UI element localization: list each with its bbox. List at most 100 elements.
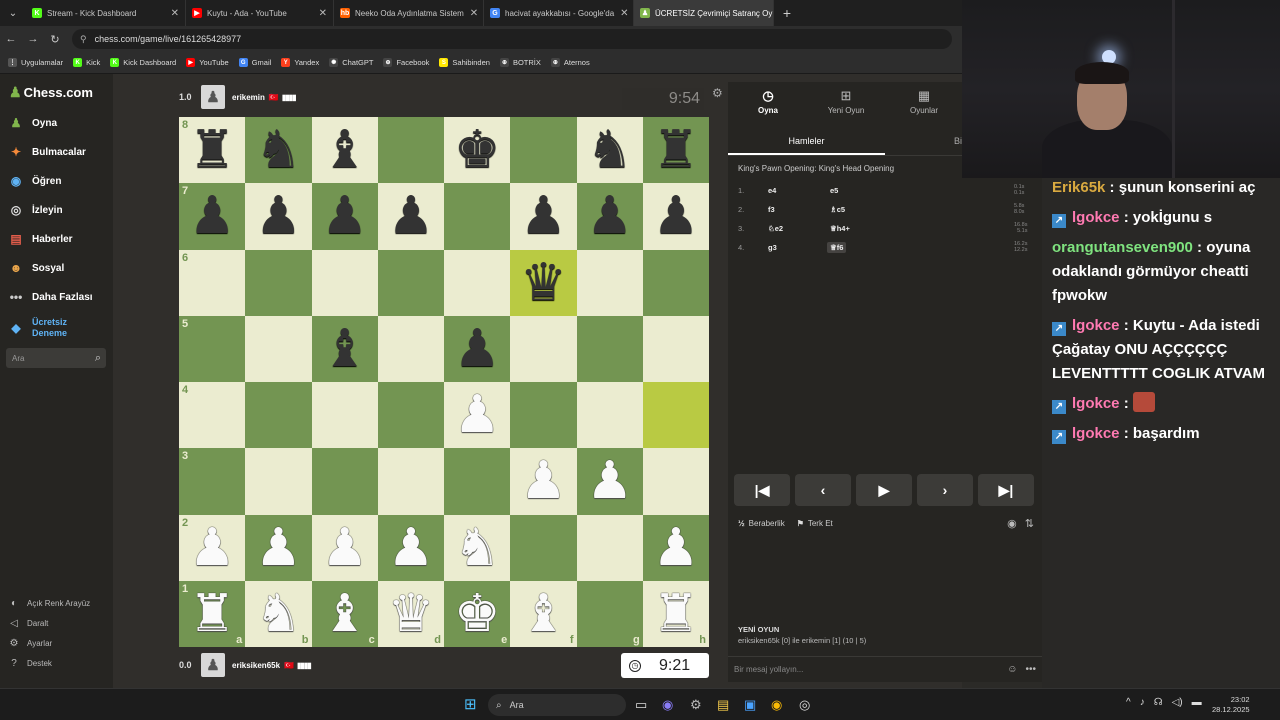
- keyboard-icon[interactable]: ▬: [1192, 697, 1202, 708]
- black-pawn-piece[interactable]: ♟: [189, 190, 236, 242]
- forward-arrow-icon[interactable]: →: [22, 33, 44, 45]
- next-move-icon[interactable]: ›: [917, 474, 973, 506]
- square-d7[interactable]: ♟: [377, 183, 444, 250]
- square-f2[interactable]: [510, 514, 577, 581]
- square-c1[interactable]: c ♝: [311, 580, 378, 647]
- chevron-up-icon[interactable]: ^: [1126, 697, 1131, 708]
- black-pawn-piece[interactable]: ♟: [520, 190, 567, 242]
- file-explorer-icon[interactable]: ▤: [717, 697, 729, 713]
- black-bishop-piece[interactable]: ♝: [321, 124, 368, 176]
- white-move[interactable]: f3: [768, 205, 775, 214]
- white-move[interactable]: ♘e2: [768, 224, 783, 233]
- square-e5[interactable]: ♟: [444, 315, 511, 382]
- square-d4[interactable]: [377, 382, 444, 449]
- system-clock[interactable]: 23:02 28.12.2025: [1212, 695, 1250, 715]
- draw-button[interactable]: ½ Beraberlik: [738, 519, 785, 528]
- sidebar-bottom-item[interactable]: ? Destek: [8, 658, 52, 669]
- chat-username[interactable]: lgokce: [1072, 425, 1120, 442]
- bookmark-4[interactable]: G Gmail: [238, 58, 271, 67]
- close-tab-icon[interactable]: ✕: [614, 8, 628, 19]
- white-pawn-piece[interactable]: ♟: [321, 522, 368, 574]
- square-c7[interactable]: ♟: [311, 183, 378, 250]
- sidebar-item-sosyal[interactable]: ☻ Sosyal: [8, 260, 65, 276]
- square-a6[interactable]: 6: [179, 249, 246, 316]
- square-b3[interactable]: [245, 448, 312, 515]
- black-king-piece[interactable]: ♚: [454, 124, 501, 176]
- white-knight-piece[interactable]: ♞: [454, 522, 501, 574]
- new-tab-plus-icon[interactable]: +: [774, 5, 800, 21]
- black-pawn-piece[interactable]: ♟: [653, 190, 700, 242]
- square-f7[interactable]: ♟: [510, 183, 577, 250]
- chat-username[interactable]: Erik65k: [1052, 179, 1105, 196]
- square-a2[interactable]: 2 ♟: [179, 514, 246, 581]
- square-e2[interactable]: ♞: [444, 514, 511, 581]
- first-move-icon[interactable]: |◀: [734, 474, 790, 506]
- browser-tab[interactable]: Ghacivat ayakkabısı - Google'da ✕: [484, 0, 634, 26]
- black-knight-piece[interactable]: ♞: [586, 124, 633, 176]
- speaker-icon[interactable]: ◁): [1172, 697, 1183, 708]
- opening-name[interactable]: King's Pawn Opening: King's Head Opening: [738, 164, 894, 173]
- square-h1[interactable]: h ♜: [642, 580, 709, 647]
- bottom-player-name[interactable]: eriksiken65k: [232, 661, 280, 670]
- chat-message-input[interactable]: Bir mesaj yollayın... ☺ •••: [728, 656, 1042, 682]
- square-b7[interactable]: ♟: [245, 183, 312, 250]
- more-options-icon[interactable]: •••: [1025, 664, 1036, 675]
- white-bishop-piece[interactable]: ♝: [520, 588, 567, 640]
- black-bishop-piece[interactable]: ♝: [321, 323, 368, 375]
- play-icon[interactable]: ▶: [856, 474, 912, 506]
- white-pawn-piece[interactable]: ♟: [454, 389, 501, 441]
- square-c5[interactable]: ♝: [311, 315, 378, 382]
- square-b4[interactable]: [245, 382, 312, 449]
- bookmark-1[interactable]: K Kick: [73, 58, 100, 67]
- square-h8[interactable]: ♜: [642, 117, 709, 184]
- white-rook-piece[interactable]: ♜: [189, 588, 236, 640]
- square-g4[interactable]: [576, 382, 643, 449]
- white-move[interactable]: e4: [768, 186, 776, 195]
- square-d8[interactable]: [377, 117, 444, 184]
- tab-info[interactable]: Bi: [954, 136, 962, 146]
- microphone-icon[interactable]: ♪: [1140, 697, 1145, 708]
- browser-tab[interactable]: K Stream - Kick Dashboard ✕: [26, 0, 186, 26]
- emoji-icon[interactable]: ☺: [1007, 664, 1017, 675]
- black-rook-piece[interactable]: ♜: [189, 124, 236, 176]
- white-queen-piece[interactable]: ♛: [388, 588, 435, 640]
- black-pawn-piece[interactable]: ♟: [255, 190, 302, 242]
- panel-tab-oyna[interactable]: ◷ Oyna: [728, 88, 808, 115]
- top-player-name[interactable]: erikemin: [232, 93, 265, 102]
- square-g3[interactable]: ♟: [576, 448, 643, 515]
- tab-search-chevron-icon[interactable]: ⌄: [0, 8, 26, 19]
- square-b6[interactable]: [245, 249, 312, 316]
- square-h2[interactable]: ♟: [642, 514, 709, 581]
- square-f4[interactable]: [510, 382, 577, 449]
- search-icon[interactable]: ⌕: [95, 352, 101, 365]
- last-move-icon[interactable]: ▶|: [978, 474, 1034, 506]
- close-tab-icon[interactable]: ✕: [464, 8, 478, 19]
- square-h5[interactable]: [642, 315, 709, 382]
- chrome-icon[interactable]: ◉: [771, 697, 782, 713]
- square-d5[interactable]: [377, 315, 444, 382]
- square-g5[interactable]: [576, 315, 643, 382]
- chat-username[interactable]: orangutanseven900: [1052, 239, 1193, 256]
- taskbar-search[interactable]: ⌕ Ara: [488, 694, 626, 716]
- reload-icon[interactable]: ↻: [44, 33, 66, 46]
- black-move[interactable]: ♕h4+: [830, 224, 850, 233]
- square-a1[interactable]: 1 a ♜: [179, 580, 246, 647]
- square-a3[interactable]: 3: [179, 448, 246, 515]
- panel-tab-yeni-oyun[interactable]: ⊞ Yeni Oyun: [806, 88, 886, 115]
- white-pawn-piece[interactable]: ♟: [520, 455, 567, 507]
- sidebar-bottom-item[interactable]: ◐ Açık Renk Arayüz: [8, 598, 90, 609]
- black-pawn-piece[interactable]: ♟: [586, 190, 633, 242]
- white-pawn-piece[interactable]: ♟: [586, 455, 633, 507]
- bookmark-8[interactable]: S Sahibinden: [439, 58, 490, 67]
- square-a8[interactable]: 8 ♜: [179, 117, 246, 184]
- square-a5[interactable]: 5: [179, 315, 246, 382]
- square-e6[interactable]: [444, 249, 511, 316]
- chesscom-logo[interactable]: ♟ Chess.com: [9, 84, 93, 101]
- black-move[interactable]: ♕f6: [827, 241, 847, 253]
- back-arrow-icon[interactable]: ←: [0, 33, 22, 45]
- square-c3[interactable]: [311, 448, 378, 515]
- black-pawn-piece[interactable]: ♟: [321, 190, 368, 242]
- square-a4[interactable]: 4: [179, 382, 246, 449]
- white-bishop-piece[interactable]: ♝: [321, 588, 368, 640]
- square-g2[interactable]: [576, 514, 643, 581]
